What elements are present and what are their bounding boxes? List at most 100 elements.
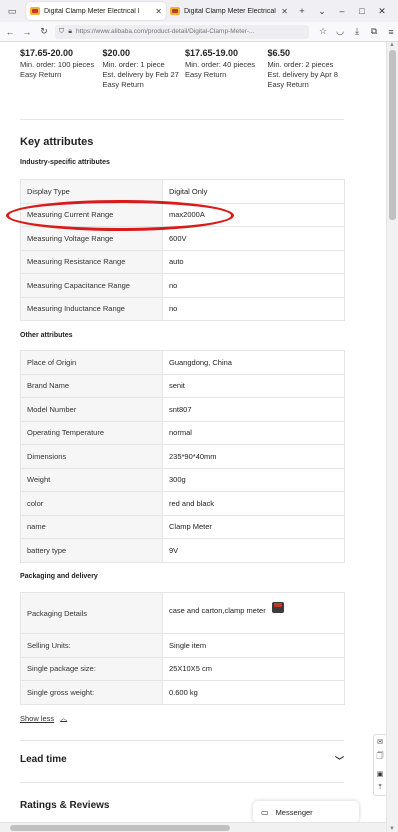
attribute-value: normal: [162, 420, 345, 445]
tab-title: Digital Clamp Meter Electrical I: [184, 7, 279, 15]
cart-icon[interactable]: 🗍︎: [377, 752, 384, 763]
attribute-row: Dimensions 235*90*40mm: [20, 444, 345, 469]
lock-icon[interactable]: 🔒︎: [68, 28, 72, 36]
attribute-value-text: normal: [169, 428, 192, 438]
related-product[interactable]: $6.50 Min. order: 2 pieces Est. delivery…: [268, 48, 351, 90]
browser-tab[interactable]: Digital Clamp Meter Electrical I ✕: [166, 2, 292, 20]
tab-title: Digital Clamp Meter Electrical I: [44, 7, 140, 15]
attribute-key: battery type: [20, 538, 163, 563]
attribute-value-text: Digital Only: [169, 186, 208, 196]
attribute-row: Place of Origin Guangdong, China: [20, 350, 345, 375]
attribute-value: red and black: [162, 491, 345, 516]
est-delivery: Est. delivery by Apr 8: [267, 70, 338, 79]
related-products-prices: $17.65-20.00 Min. order: 100 pieces Easy…: [20, 48, 350, 90]
attribute-value-text: 300g: [169, 475, 186, 485]
attribute-key: Single gross weight:: [20, 680, 163, 705]
attribute-value: snt807: [162, 397, 345, 422]
attribute-value-text: red and black: [169, 498, 215, 508]
attribute-row: Weight 300g: [20, 467, 345, 492]
attribute-key: Measuring Inductance Range: [20, 296, 163, 321]
attribute-value-text: 600V: [169, 233, 187, 243]
min-order: Min. order: 2 pieces: [267, 60, 334, 69]
attribute-value: Digital Only: [162, 179, 345, 204]
mail-icon[interactable]: ✉: [377, 738, 383, 746]
attribute-row: Packaging Details case and carton,clamp m…: [20, 592, 345, 634]
chat-bubble-icon: ▭: [261, 807, 269, 817]
attribute-value-text: no: [169, 304, 178, 314]
attribute-key: Packaging Details: [20, 592, 163, 634]
floating-side-toolbar: ✉ 🗍︎ ▣ ⤒: [373, 734, 387, 796]
menu-icon[interactable]: ≡: [384, 27, 398, 37]
easy-return: Easy Return: [20, 70, 62, 79]
new-tab-button[interactable]: +: [292, 6, 312, 16]
horizontal-scrollbar[interactable]: [0, 822, 386, 832]
attribute-value: 300g: [162, 467, 345, 492]
attribute-value-text: Clamp Meter: [169, 522, 212, 532]
shield-icon[interactable]: ⛉: [59, 28, 64, 36]
browser-tab-active[interactable]: Digital Clamp Meter Electrical I ✕: [26, 2, 166, 20]
extensions-icon[interactable]: ⧉: [367, 26, 381, 37]
attribute-value-text: snt807: [169, 404, 192, 414]
related-product[interactable]: $20.00 Min. order: 1 piece Est. delivery…: [103, 48, 186, 90]
product-thumbnail-icon[interactable]: [271, 602, 284, 613]
lead-time-title: Lead time: [20, 754, 67, 765]
vertical-scrollbar-thumb[interactable]: [389, 50, 396, 220]
close-window-icon[interactable]: ✕: [372, 6, 392, 17]
easy-return: Easy Return: [267, 80, 309, 89]
close-tab-icon[interactable]: ✕: [281, 7, 288, 16]
easy-return: Easy Return: [102, 80, 144, 89]
attribute-value: Single item: [162, 633, 345, 658]
attribute-row: Brand Name senit: [20, 373, 345, 398]
attribute-row: battery type 9V: [20, 538, 345, 563]
related-product[interactable]: $17.65-19.00 Min. order: 40 pieces Easy …: [185, 48, 268, 90]
packaging-title: Packaging and delivery: [20, 573, 98, 580]
lead-time-section[interactable]: Lead time ﹀: [20, 754, 344, 767]
attribute-value: Guangdong, China: [162, 350, 345, 375]
product-price: $17.65-20.00: [20, 48, 74, 58]
attribute-row: Measuring Voltage Range 600V: [20, 226, 345, 251]
attribute-value: 0.600 kg: [162, 680, 345, 705]
show-less-link[interactable]: Show less ︿: [20, 713, 67, 723]
attribute-value: 9V: [162, 538, 345, 563]
attribute-value-text: 25X10X5 cm: [169, 664, 212, 674]
close-tab-icon[interactable]: ✕: [155, 7, 162, 16]
attribute-key: Brand Name: [20, 373, 163, 398]
easy-return: Easy Return: [185, 70, 227, 79]
attribute-value: Clamp Meter: [162, 514, 345, 539]
tab-list-icon[interactable]: ▭: [0, 6, 24, 17]
bookmark-star-icon[interactable]: ☆: [316, 26, 330, 37]
scroll-up-icon[interactable]: ▲: [389, 42, 395, 48]
attribute-row: Operating Temperature normal: [20, 420, 345, 445]
vertical-scrollbar[interactable]: ▲ ▼: [386, 42, 398, 832]
attribute-row: Selling Units: Single item: [20, 633, 345, 658]
reload-icon[interactable]: ↻: [37, 26, 51, 37]
download-icon[interactable]: ⤓: [350, 26, 364, 37]
back-icon[interactable]: ←: [3, 27, 17, 37]
url-bar[interactable]: ⛉ 🔒︎ https://www.alibaba.com/product-det…: [55, 24, 309, 39]
pocket-icon[interactable]: ◡: [333, 26, 347, 37]
attribute-key: Single package size:: [20, 656, 163, 681]
forward-icon[interactable]: →: [20, 27, 34, 37]
other-attributes-table: Place of Origin Guangdong, China Brand Nam…: [20, 350, 345, 563]
browser-tab-bar: ▭ Digital Clamp Meter Electrical I ✕ Dig…: [0, 0, 398, 22]
min-order: Min. order: 1 piece: [102, 60, 165, 69]
min-order: Min. order: 40 pieces: [185, 60, 256, 69]
alibaba-favicon-icon: [30, 7, 40, 15]
attribute-key: Place of Origin: [20, 350, 163, 375]
tab-overflow-icon[interactable]: ⌄: [312, 6, 332, 17]
attribute-value: auto: [162, 249, 345, 274]
maximize-icon[interactable]: □: [352, 6, 372, 16]
attribute-value-text: auto: [169, 257, 184, 267]
feedback-icon[interactable]: ▣: [377, 770, 384, 778]
related-product[interactable]: $17.65-20.00 Min. order: 100 pieces Easy…: [20, 48, 103, 90]
minimize-icon[interactable]: –: [332, 6, 352, 16]
other-attributes-title: Other attributes: [20, 332, 73, 339]
scroll-down-icon[interactable]: ▼: [389, 826, 395, 832]
messenger-button[interactable]: ▭ Messenger: [253, 801, 359, 823]
chevron-up-icon: ︿: [60, 715, 68, 722]
attribute-row: Single package size: 25X10X5 cm: [20, 656, 345, 681]
back-to-top-icon[interactable]: ⤒: [378, 784, 381, 792]
horizontal-scrollbar-thumb[interactable]: [10, 825, 230, 831]
chevron-down-icon[interactable]: ﹀: [335, 754, 344, 767]
industry-attributes-title: Industry-specific attributes: [20, 159, 110, 166]
